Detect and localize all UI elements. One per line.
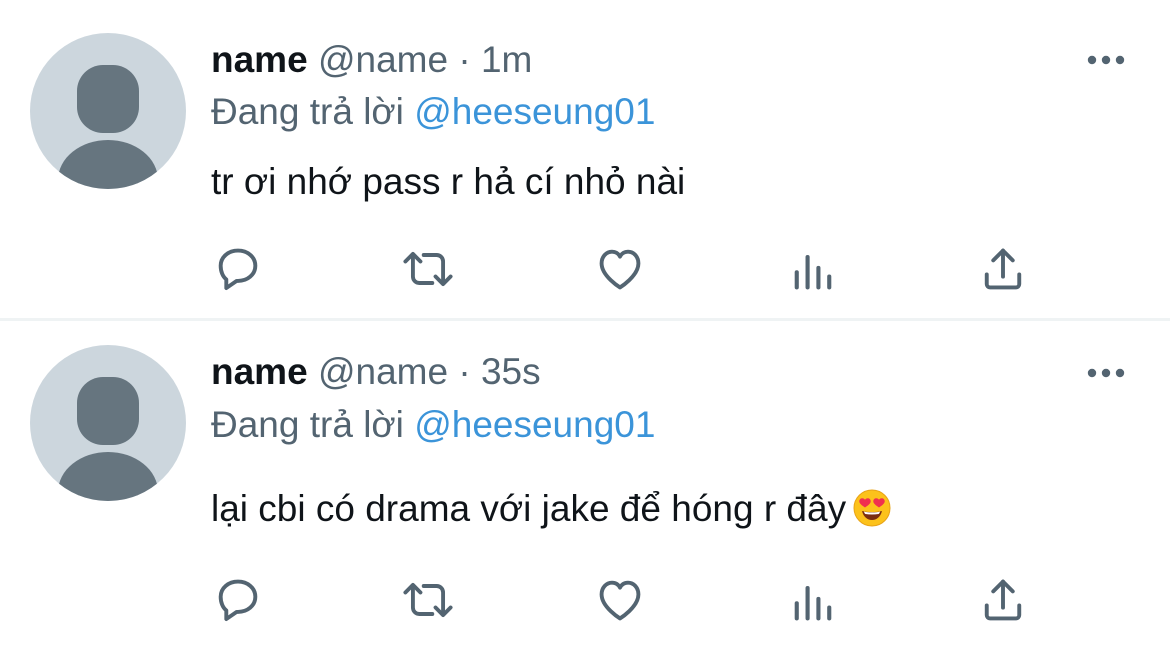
user-handle[interactable]: @name [318, 39, 448, 80]
more-options-icon[interactable] [1086, 50, 1126, 70]
tweet-text-container: lại cbi có drama với jake để hóng r đây [211, 487, 892, 531]
retweet-icon [403, 251, 453, 287]
tweet-text: tr ơi nhớ pass r hả cí nhỏ nài [211, 161, 686, 202]
share-button[interactable] [977, 574, 1029, 626]
reply-icon [218, 579, 258, 622]
like-button[interactable] [594, 243, 646, 295]
separator-dot: · [458, 351, 471, 392]
like-icon [599, 580, 641, 621]
display-name[interactable]: name [211, 351, 308, 392]
share-icon [984, 248, 1022, 290]
share-icon [984, 579, 1022, 621]
tweet-text: lại cbi có drama với jake để hóng r đây [211, 488, 847, 529]
replying-to: Đang trả lời @heeseung01 [211, 403, 655, 447]
user-handle[interactable]: @name [318, 351, 448, 392]
reply-icon [218, 248, 258, 291]
avatar-body-shape [58, 452, 158, 501]
share-button[interactable] [977, 243, 1029, 295]
tweet-header: name @name · 35s [211, 350, 541, 394]
reply-button[interactable] [212, 243, 264, 295]
separator-dot: · [458, 39, 471, 80]
avatar-head-shape [77, 65, 139, 133]
like-button[interactable] [594, 574, 646, 626]
replying-to-label: Đang trả lời [211, 404, 404, 445]
views-icon [794, 255, 832, 290]
avatar[interactable] [30, 33, 186, 189]
reply-button[interactable] [212, 574, 264, 626]
more-options-icon[interactable] [1086, 363, 1126, 383]
heart-eyes-emoji-icon [852, 488, 892, 528]
avatar[interactable] [30, 345, 186, 501]
retweet-button[interactable] [400, 243, 453, 295]
retweet-button[interactable] [400, 574, 453, 626]
retweet-icon [403, 582, 453, 618]
replying-to-label: Đang trả lời [211, 91, 404, 132]
views-button[interactable] [787, 243, 839, 295]
mention-link[interactable]: @heeseung01 [414, 91, 655, 132]
avatar-head-shape [77, 377, 139, 445]
tweet[interactable]: name @name · 1m Đang trả lời @heeseung01… [0, 0, 1170, 318]
tweet-header: name @name · 1m [211, 38, 532, 82]
replying-to: Đang trả lời @heeseung01 [211, 90, 655, 134]
views-icon [794, 586, 832, 621]
timestamp[interactable]: 1m [481, 39, 532, 80]
views-button[interactable] [787, 574, 839, 626]
tweet[interactable]: name @name · 35s Đang trả lời @heeseung0… [0, 321, 1170, 645]
timestamp[interactable]: 35s [481, 351, 541, 392]
mention-link[interactable]: @heeseung01 [414, 404, 655, 445]
like-icon [599, 249, 641, 290]
avatar-body-shape [58, 140, 158, 189]
display-name[interactable]: name [211, 39, 308, 80]
